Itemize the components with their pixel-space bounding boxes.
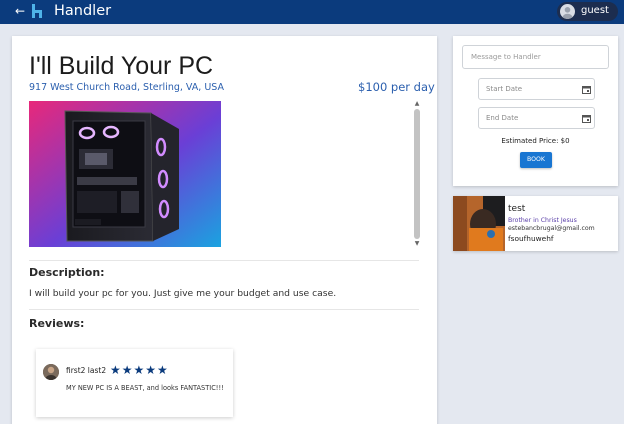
handler-email: estebancbrugal@gmail.com — [508, 225, 595, 232]
user-menu-button[interactable]: guest — [557, 2, 618, 21]
description-text: I will build your pc for you. Just give … — [29, 288, 337, 299]
listing-card: I'll Build Your PC 917 West Church Road,… — [12, 36, 437, 424]
handler-name: test — [508, 204, 526, 214]
start-date-placeholder: Start Date — [486, 85, 523, 93]
handler-bio: fsoufhuwehf — [508, 234, 554, 243]
handler-profile-card[interactable]: test Brother in Christ Jesus estebancbru… — [453, 196, 618, 251]
listing-address[interactable]: 917 West Church Road, Sterling, VA, USA — [29, 82, 224, 94]
calendar-icon[interactable] — [582, 85, 591, 94]
user-name: guest — [581, 5, 609, 16]
estimated-price: Estimated Price: $0 — [501, 137, 570, 145]
divider — [29, 309, 419, 310]
reviews-heading: Reviews: — [29, 317, 85, 330]
book-button[interactable]: BOOK — [520, 152, 552, 168]
divider — [29, 260, 419, 261]
star-rating-icon: ★★★★★ — [110, 363, 169, 377]
message-input[interactable] — [462, 45, 609, 69]
scroll-up-arrow-icon[interactable]: ▲ — [412, 100, 422, 108]
end-date-placeholder: End Date — [486, 114, 519, 122]
reviewer-avatar — [43, 364, 59, 380]
handler-logo-icon[interactable] — [31, 3, 45, 19]
reviewer-name: first2 last2 — [66, 366, 107, 375]
review-text: MY NEW PC IS A BEAST, and looks FANTASTI… — [66, 384, 224, 392]
booking-card: Start Date End Date Estimated Price: $0 … — [453, 36, 618, 186]
scroll-down-arrow-icon[interactable]: ▼ — [412, 240, 422, 248]
top-navbar: ← Handler guest — [0, 0, 624, 24]
listing-price: $100 per day — [358, 80, 435, 94]
back-arrow-icon[interactable]: ← — [15, 4, 25, 18]
scrollbar-thumb[interactable] — [414, 109, 420, 239]
listing-image — [29, 101, 221, 247]
listing-title: I'll Build Your PC — [29, 52, 214, 80]
review-card: first2 last2 ★★★★★ MY NEW PC IS A BEAST,… — [36, 349, 233, 417]
handler-tagline: Brother in Christ Jesus — [508, 217, 577, 224]
description-heading: Description: — [29, 266, 105, 279]
user-avatar-icon — [560, 4, 575, 19]
brand-name[interactable]: Handler — [54, 2, 111, 20]
image-scrollbar[interactable]: ▲ ▼ — [412, 100, 422, 250]
end-date-field[interactable]: End Date — [478, 107, 595, 129]
calendar-icon[interactable] — [582, 114, 591, 123]
handler-photo — [453, 196, 505, 251]
start-date-field[interactable]: Start Date — [478, 78, 595, 100]
